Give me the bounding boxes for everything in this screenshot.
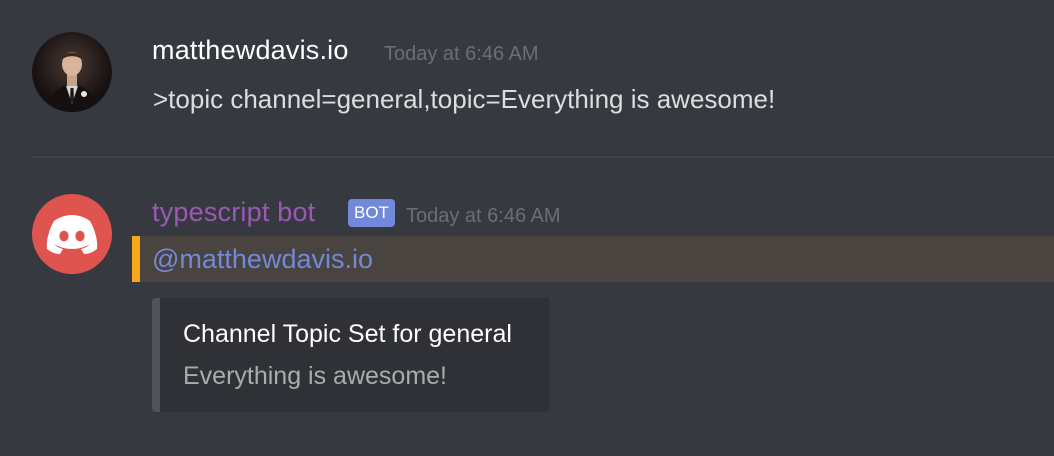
bot-message-timestamp: Today at 6:46 AM	[406, 205, 561, 227]
message-timestamp: Today at 6:46 AM	[384, 43, 539, 65]
message-content: >topic channel=general,topic=Everything …	[153, 84, 776, 114]
bot-avatar[interactable]	[32, 194, 112, 274]
discord-logo-icon	[46, 215, 98, 254]
user-mention[interactable]: @matthewdavis.io	[152, 244, 373, 275]
author-name[interactable]: matthewdavis.io	[152, 35, 349, 66]
embed-description: Everything is awesome!	[183, 362, 448, 390]
embed-title: Channel Topic Set for general	[183, 320, 512, 348]
bot-author-name[interactable]: typescript bot	[152, 197, 315, 228]
message-divider	[32, 156, 1054, 158]
message-embed: Channel Topic Set for general Everything…	[152, 298, 550, 412]
bot-badge: BOT	[348, 199, 395, 227]
user-avatar[interactable]	[32, 32, 112, 112]
mention-highlight-row: @matthewdavis.io	[132, 236, 1054, 282]
user-photo-icon	[46, 52, 98, 112]
mention-highlight-bar	[132, 236, 140, 282]
